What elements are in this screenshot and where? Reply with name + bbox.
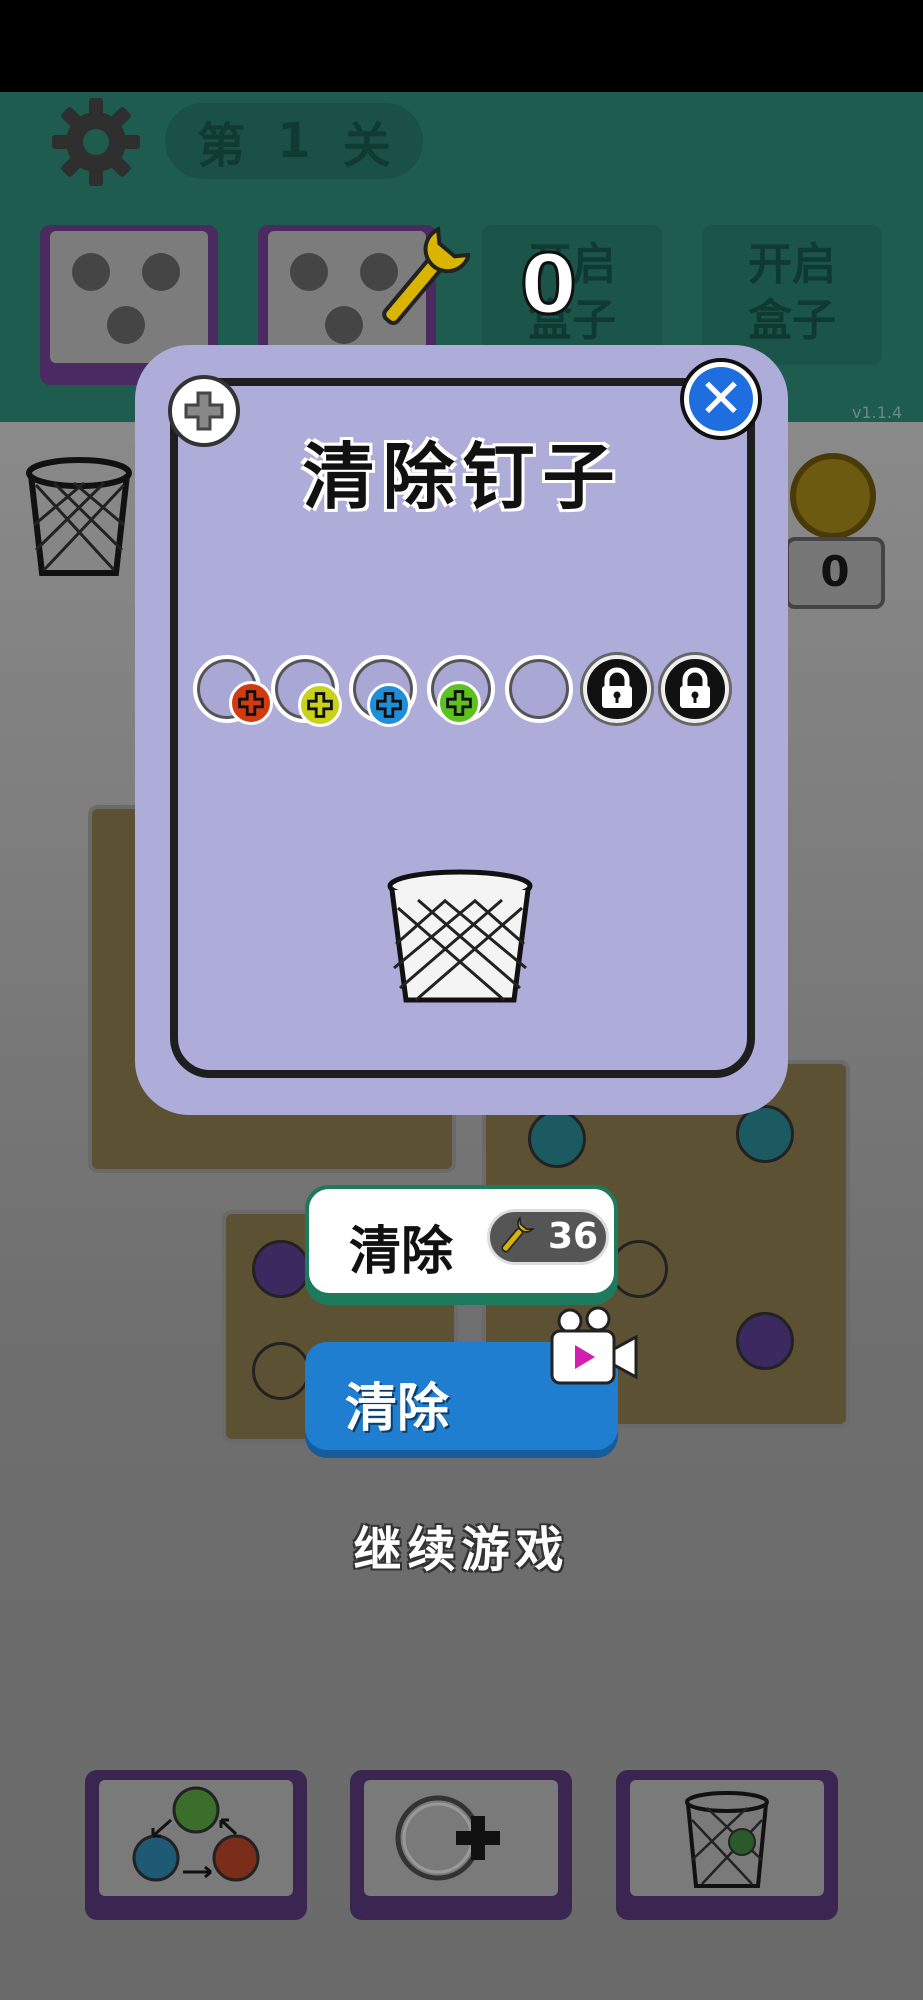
level-prefix: 第 — [197, 118, 246, 174]
open-box-label-line2: 盒子 — [748, 295, 836, 346]
side-counter: 0 — [785, 537, 885, 609]
screw-icon — [252, 1342, 310, 1400]
blue-nail-icon — [367, 683, 411, 727]
yellow-nail-icon — [298, 683, 342, 727]
swap-screws-tool[interactable] — [85, 1770, 307, 1920]
screw-icon — [252, 1240, 310, 1298]
wrench-count: 0 — [518, 237, 578, 335]
level-number: 1 — [277, 113, 311, 169]
close-icon: ✕ — [689, 367, 753, 431]
version-label: v1.1.4 — [852, 403, 903, 422]
trash-bin-icon — [387, 869, 533, 1003]
video-ad-icon — [550, 1306, 638, 1385]
red-nail-icon — [229, 681, 273, 725]
cost-badge: 36 — [487, 1209, 609, 1265]
open-box-label-line1: 开启 — [748, 239, 836, 290]
screw-icon — [610, 1240, 668, 1298]
button-label: 清除 — [345, 1379, 450, 1439]
wrench-icon — [501, 1216, 535, 1253]
open-box-button-2[interactable]: 开启 盒子 — [702, 225, 882, 365]
screw-icon — [528, 1110, 586, 1168]
lock-icon — [680, 667, 710, 708]
nail-slot-7-locked — [661, 655, 729, 723]
continue-game-link[interactable]: 继续游戏 — [300, 1510, 623, 1580]
add-slot-icon — [395, 1795, 500, 1881]
trash-bin-icon — [685, 1791, 769, 1888]
dialog-title: 清除钉子 — [302, 435, 623, 519]
green-nail-icon — [437, 681, 481, 725]
level-indicator: 第 1 关 — [165, 103, 423, 179]
level-suffix: 关 — [342, 118, 391, 174]
nail-slot-5 — [505, 655, 573, 723]
close-button[interactable]: ✕ — [680, 358, 762, 440]
wrench-icon — [382, 226, 470, 325]
wrench-coin-icon — [790, 453, 876, 539]
trash-bin-icon — [26, 457, 132, 576]
screw-icon — [736, 1312, 794, 1370]
status-bar — [0, 0, 923, 92]
nail-slot-6-locked — [583, 655, 651, 723]
trash-tool[interactable] — [616, 1770, 838, 1920]
add-slot-tool[interactable] — [350, 1770, 572, 1920]
cost-value: 36 — [548, 1216, 599, 1257]
clear-with-wrench-button[interactable]: 清除 36 — [305, 1185, 618, 1297]
swap-screws-icon — [132, 1786, 260, 1882]
lock-icon — [602, 667, 632, 708]
settings-gear-icon[interactable] — [46, 92, 146, 192]
button-label: 清除 — [349, 1222, 454, 1282]
